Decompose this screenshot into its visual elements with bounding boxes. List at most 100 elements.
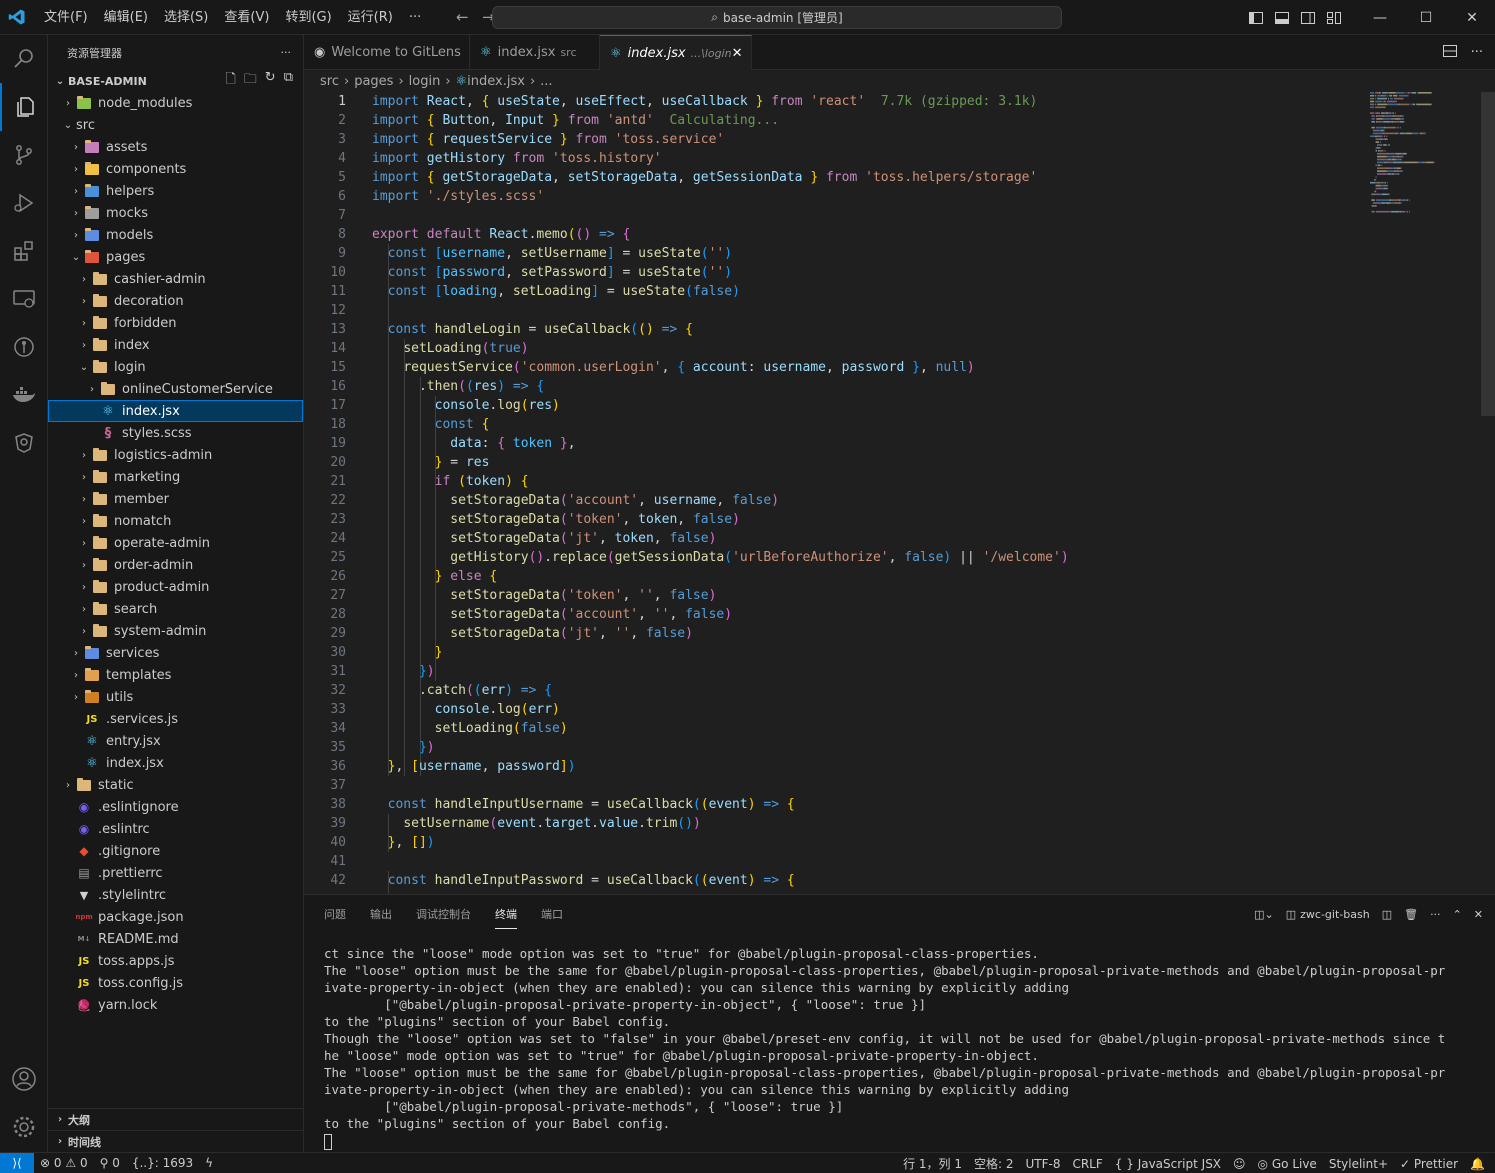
terminal-name[interactable]: zwc-git-bash	[1300, 908, 1370, 921]
copilot-icon[interactable]: ☺	[1227, 1157, 1252, 1171]
maximize-icon[interactable]: ☐	[1403, 0, 1449, 35]
tree-item[interactable]: › components	[48, 158, 303, 180]
tree-item[interactable]: › marketing	[48, 466, 303, 488]
tree-item[interactable]: ⌄ src	[48, 114, 303, 136]
menu-item[interactable]: 查看(V)	[216, 0, 277, 35]
panel-tab[interactable]: 端口	[541, 900, 563, 928]
tree-item[interactable]: ▤ .prettierrc	[48, 862, 303, 884]
tree-item[interactable]: M↓ README.md	[48, 928, 303, 950]
cursor-position[interactable]: 行 1，列 1	[897, 1155, 968, 1172]
activity-run-debug-icon[interactable]	[0, 179, 48, 227]
collapse-all-icon[interactable]: ⧉	[284, 70, 293, 92]
tree-item[interactable]: ◆ .gitignore	[48, 840, 303, 862]
tree-item[interactable]: ⚛ entry.jsx	[48, 730, 303, 752]
tree-item[interactable]: › logistics-admin	[48, 444, 303, 466]
tree-item[interactable]: › forbidden	[48, 312, 303, 334]
tree-item[interactable]: 🧶 yarn.lock	[48, 994, 303, 1016]
split-editor-icon[interactable]	[1442, 44, 1457, 61]
tree-item[interactable]: ⌄ login	[48, 356, 303, 378]
tree-item[interactable]: › node_modules	[48, 92, 303, 114]
panel-more-icon[interactable]: ···	[1430, 908, 1441, 921]
breadcrumb-item[interactable]: src	[320, 74, 339, 89]
tree-item[interactable]: › member	[48, 488, 303, 510]
trash-icon[interactable]: 🗑	[1404, 908, 1418, 921]
ports-indicator[interactable]: ⚲ 0	[94, 1156, 126, 1170]
menu-item[interactable]: 选择(S)	[156, 0, 216, 35]
activity-gitlens-inspect-icon[interactable]	[0, 419, 48, 467]
notifications-bell-icon[interactable]: 🔔	[1464, 1157, 1491, 1171]
tree-item[interactable]: JS .services.js	[48, 708, 303, 730]
terminal-output[interactable]: ct since the "loose" mode option was set…	[324, 945, 1445, 1132]
tree-item[interactable]: › mocks	[48, 202, 303, 224]
tree-item[interactable]: › assets	[48, 136, 303, 158]
minimize-icon[interactable]: —	[1357, 0, 1403, 35]
panel-tab[interactable]: 终端	[495, 900, 517, 929]
tree-item[interactable]: › onlineCustomerService	[48, 378, 303, 400]
minimap[interactable]	[1368, 92, 1468, 222]
close-icon[interactable]: ✕	[1449, 0, 1495, 35]
tree-item[interactable]: › utils	[48, 686, 303, 708]
customize-layout-icon[interactable]	[1321, 0, 1347, 35]
activity-source-control-icon[interactable]	[0, 131, 48, 179]
tree-item[interactable]: ⚛ index.jsx	[48, 752, 303, 774]
tree-item[interactable]: › system-admin	[48, 620, 303, 642]
tree-item[interactable]: ▼ .stylelintrc	[48, 884, 303, 906]
tree-item[interactable]: JS toss.config.js	[48, 972, 303, 994]
breadcrumb-item[interactable]: pages	[354, 74, 393, 89]
breadcrumb-item[interactable]: login	[409, 74, 441, 89]
tree-item[interactable]: › decoration	[48, 290, 303, 312]
tree-item[interactable]: › order-admin	[48, 554, 303, 576]
tree-item[interactable]: npm package.json	[48, 906, 303, 928]
back-arrow-icon[interactable]: ←	[449, 8, 475, 26]
new-file-icon[interactable]: 🗋	[225, 70, 235, 92]
refresh-icon[interactable]: ↻	[265, 70, 276, 92]
split-terminal-icon[interactable]: ◫	[1382, 908, 1392, 921]
tree-item[interactable]: ⚛ index.jsx	[48, 400, 303, 422]
go-live-button[interactable]: ◎ Go Live	[1252, 1157, 1323, 1171]
tree-item[interactable]: › operate-admin	[48, 532, 303, 554]
vscode-logo-icon[interactable]	[0, 0, 34, 35]
accounts-icon[interactable]	[0, 1055, 48, 1103]
toggle-panel-icon[interactable]	[1269, 0, 1295, 35]
menu-item[interactable]: 运行(R)	[340, 0, 401, 35]
line-ending[interactable]: CRLF	[1066, 1157, 1108, 1171]
activity-explorer-icon[interactable]	[0, 83, 48, 131]
tree-item[interactable]: › templates	[48, 664, 303, 686]
editor-tab[interactable]: ⚛ index.jsx ...\login ✕	[600, 35, 752, 70]
encoding[interactable]: UTF-8	[1019, 1157, 1066, 1171]
tree-item[interactable]: › helpers	[48, 180, 303, 202]
tree-item[interactable]: › cashier-admin	[48, 268, 303, 290]
menu-item[interactable]: ···	[401, 0, 429, 35]
toggle-sidebar-icon[interactable]	[1243, 0, 1269, 35]
command-center-search[interactable]: ⌕ base-admin [管理员]	[492, 6, 1062, 29]
tree-item[interactable]: › static	[48, 774, 303, 796]
timeline-section[interactable]: › 时间线	[48, 1130, 304, 1152]
tree-item[interactable]: › models	[48, 224, 303, 246]
prettier-status[interactable]: ✓ Prettier	[1394, 1157, 1464, 1171]
tree-item[interactable]: ◉ .eslintignore	[48, 796, 303, 818]
tree-item[interactable]: § styles.scss	[48, 422, 303, 444]
remote-indicator-icon[interactable]: ⟩⟨	[0, 1152, 34, 1173]
lightning-icon[interactable]: ϟ	[199, 1156, 219, 1170]
breadcrumb-item[interactable]: index.jsx	[467, 74, 525, 89]
breadcrumb-item[interactable]: ...	[540, 74, 552, 89]
tree-item[interactable]: › index	[48, 334, 303, 356]
json-count[interactable]: {..}: 1693	[126, 1156, 199, 1170]
menu-item[interactable]: 编辑(E)	[96, 0, 156, 35]
toggle-secondary-sidebar-icon[interactable]	[1295, 0, 1321, 35]
tree-item[interactable]: ⌄ pages	[48, 246, 303, 268]
tree-item[interactable]: › nomatch	[48, 510, 303, 532]
activity-remote-explorer-icon[interactable]	[0, 275, 48, 323]
maximize-panel-icon[interactable]: ⌃	[1453, 908, 1462, 921]
indentation[interactable]: 空格: 2	[968, 1155, 1020, 1172]
tree-item[interactable]: JS toss.apps.js	[48, 950, 303, 972]
language-mode[interactable]: { } JavaScript JSX	[1109, 1157, 1227, 1171]
activity-search-icon[interactable]	[0, 35, 48, 83]
close-panel-icon[interactable]: ✕	[1474, 908, 1483, 921]
stylelint-status[interactable]: Stylelint+	[1323, 1157, 1394, 1171]
editor-more-actions-icon[interactable]: ···	[1471, 45, 1483, 60]
menu-item[interactable]: 转到(G)	[277, 0, 339, 35]
tree-item[interactable]: › services	[48, 642, 303, 664]
outline-section[interactable]: › 大纲	[48, 1108, 304, 1130]
new-folder-icon[interactable]: 🗀	[244, 70, 257, 92]
